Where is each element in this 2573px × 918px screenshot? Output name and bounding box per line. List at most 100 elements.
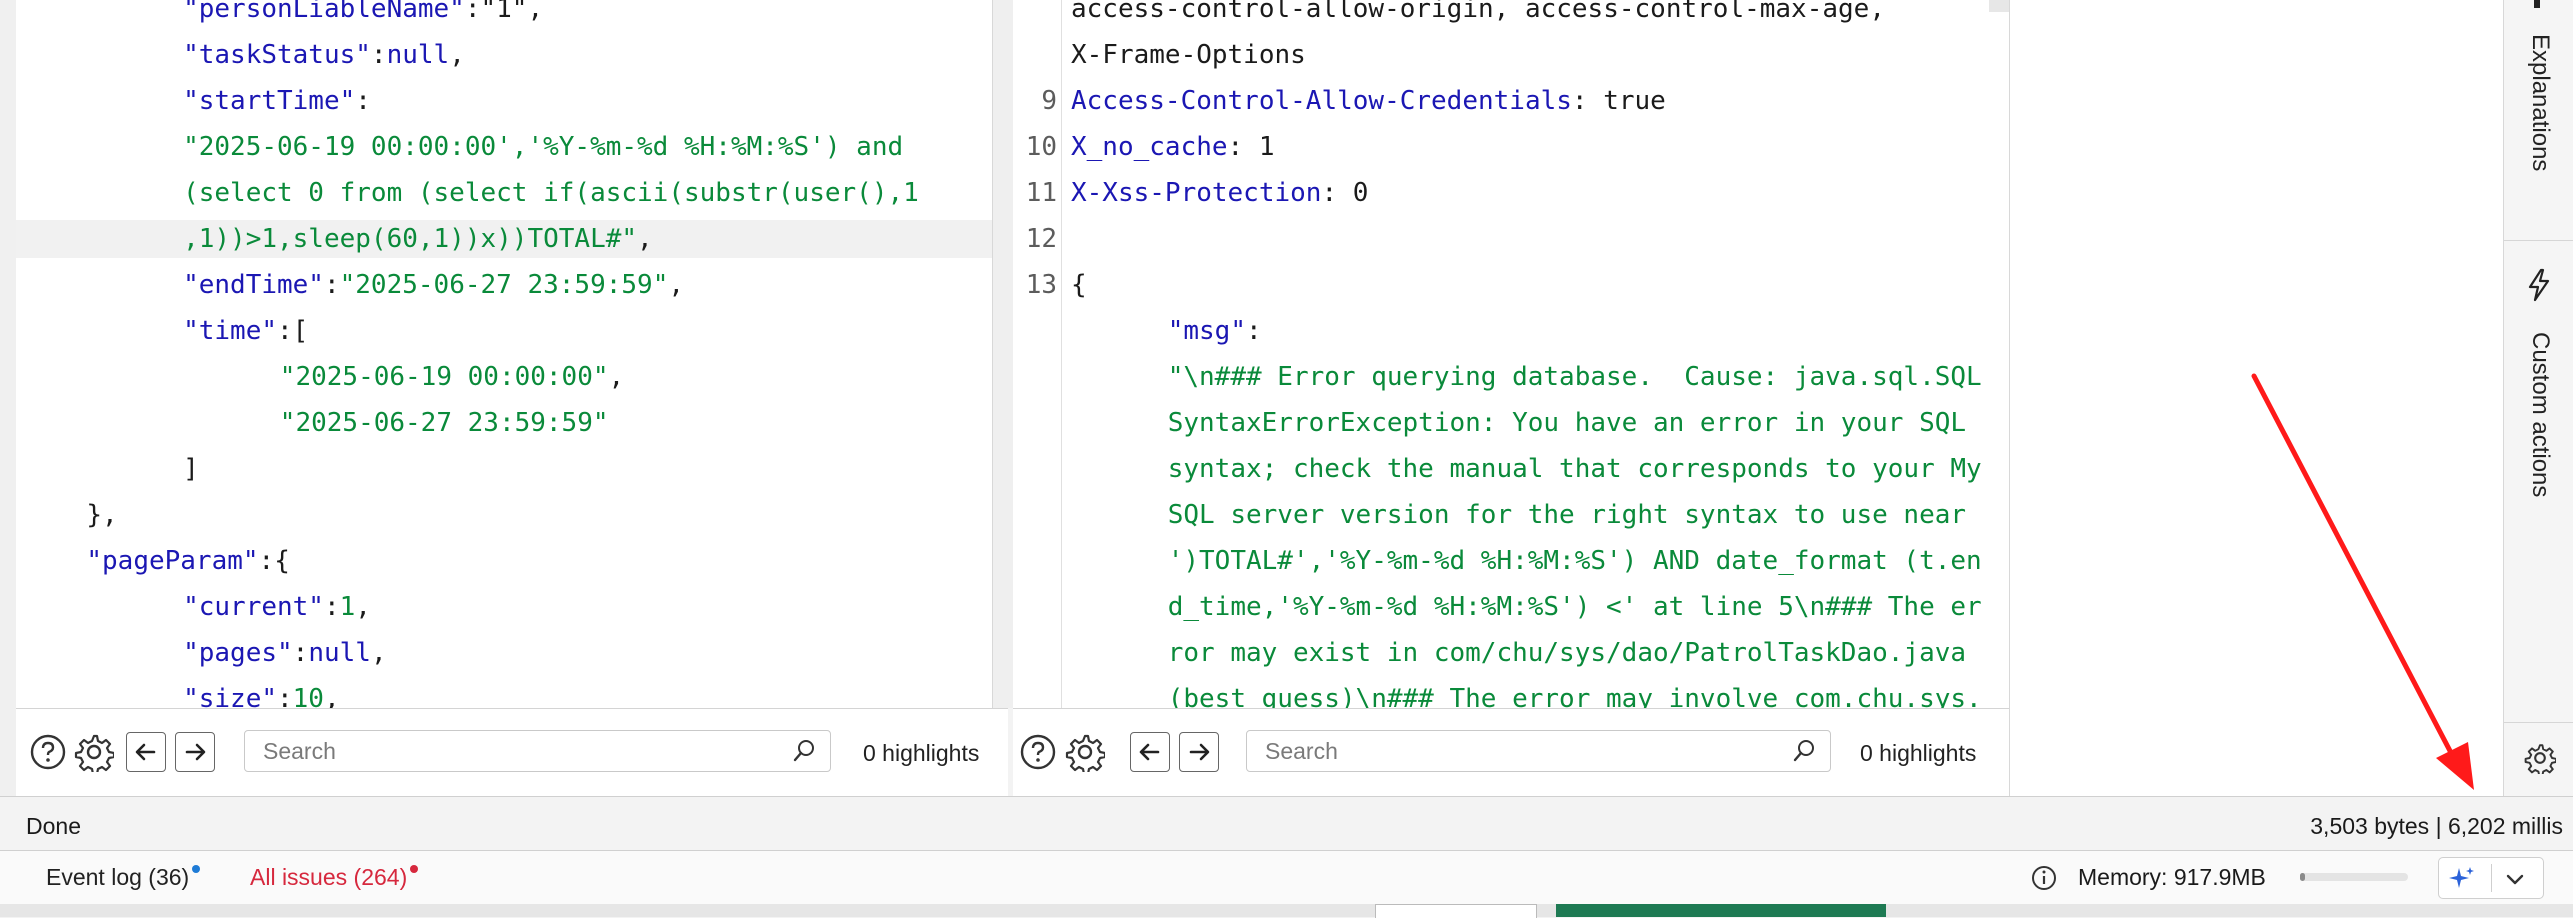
response-search-input-box[interactable]: [1246, 730, 1831, 772]
code-token: "msg": [1167, 316, 1246, 346]
lightning-icon: [2524, 268, 2554, 307]
code-token: :: [323, 270, 340, 300]
code-token: ror may exist in com/chu/sys/dao/PatrolT…: [1167, 638, 1967, 668]
request-search-bar: 0 highlights: [16, 708, 1008, 797]
code-token: :: [323, 592, 340, 622]
code-token: "startTime": [183, 86, 356, 116]
chevron-down-icon[interactable]: [2501, 865, 2529, 898]
code-token: :"1",: [464, 0, 544, 24]
code-token: ,1))>1,sleep(60,1))x))TOTAL#": [183, 224, 638, 254]
response-scrollbar[interactable]: [1989, 0, 2009, 12]
code-token: 10: [292, 684, 324, 708]
search-icon[interactable]: [1792, 738, 1818, 769]
code-token: (best guess)\n### The error may involve …: [1167, 684, 1982, 708]
code-token: "endTime": [183, 270, 324, 300]
code-line: "2025-06-19 00:00:00','%Y-%m-%d %H:%M:%S…: [16, 128, 992, 166]
request-search-input[interactable]: [261, 737, 745, 766]
code-token: ,: [355, 592, 371, 622]
code-line: 11 X-Xss-Protection: 0: [1013, 174, 2009, 212]
code-token: ,: [370, 638, 387, 668]
code-line: 13 {: [1013, 266, 2009, 304]
code-line: "pages":null,: [16, 634, 992, 672]
code-token: null: [308, 638, 371, 668]
code-line: SQL server version for the right syntax …: [1013, 496, 2009, 534]
arrow-right-icon[interactable]: [175, 732, 215, 772]
code-token: "2025-06-19 00:00:00','%Y-%m-%d %H:%M:%S…: [183, 132, 904, 162]
code-token: SyntaxErrorException: You have an error …: [1167, 408, 1967, 438]
code-line: "msg":: [1013, 312, 2009, 350]
info-circle-icon: [2030, 864, 2058, 897]
tab-explanations[interactable]: Explanations: [2504, 0, 2573, 225]
code-token: "personLiableName": [183, 0, 465, 24]
line-number: 10: [1025, 132, 1057, 162]
sparkle-icon: [2447, 864, 2477, 899]
code-token: ')TOTAL#','%Y-%m-%d %H:%M:%S') AND date_…: [1167, 546, 1982, 576]
gear-icon[interactable]: [74, 732, 114, 772]
line-number: 9: [1041, 86, 1057, 116]
code-line: syntax; check the manual that correspond…: [1013, 450, 2009, 488]
code-token: :: [355, 86, 371, 116]
code-token: d_time,'%Y-%m-%d %H:%M:%S') <' at line 5…: [1167, 592, 1982, 622]
left-edge-strip: [0, 0, 17, 917]
code-line: ')TOTAL#','%Y-%m-%d %H:%M:%S') AND date_…: [1013, 542, 2009, 580]
explanations-icon: [2534, 0, 2540, 8]
code-token: ,: [323, 684, 340, 708]
all-issues-tab[interactable]: All issues (264): [250, 864, 419, 891]
code-line: (best guess)\n### The error may involve …: [1013, 680, 2009, 708]
help-circle-icon[interactable]: [28, 732, 68, 772]
code-token: ,: [637, 224, 653, 254]
code-token: :: [277, 684, 293, 708]
code-line: "taskStatus":null,: [16, 36, 992, 74]
code-line: "2025-06-27 23:59:59": [16, 404, 992, 442]
code-token: X-Xss-Protection: [1071, 178, 1322, 208]
code-token: X-Frame-Options: [1071, 40, 1306, 70]
code-line: "2025-06-19 00:00:00",: [16, 358, 992, 396]
code-line: ,1))>1,sleep(60,1))x))TOTAL#",: [16, 220, 992, 258]
code-token: access-control-allow-origin, access-cont…: [1071, 0, 1885, 24]
code-token: "2025-06-27 23:59:59": [279, 408, 609, 438]
code-token: "pageParam": [86, 546, 259, 576]
code-token: ,: [449, 40, 465, 70]
gear-icon[interactable]: [2524, 742, 2557, 779]
code-line: ]: [16, 450, 992, 488]
code-token: syntax; check the manual that correspond…: [1167, 454, 1982, 484]
response-editor[interactable]: access-control-allow-origin, access-cont…: [1013, 0, 2009, 708]
ai-button[interactable]: [2438, 857, 2544, 899]
arrow-right-icon[interactable]: [1179, 732, 1219, 772]
code-token: X_no_cache: [1071, 132, 1228, 162]
gear-icon[interactable]: [1065, 732, 1105, 772]
code-token: :: [370, 40, 387, 70]
code-token: :[: [277, 316, 309, 346]
request-editor[interactable]: "personLiableName":"1", "taskStatus":null…: [16, 0, 992, 708]
code-token: :: [1246, 316, 1262, 346]
tab-custom-actions[interactable]: Custom actions: [2504, 262, 2573, 522]
request-search-input-box[interactable]: [244, 730, 831, 772]
event-log-tab[interactable]: Event log (36): [46, 864, 201, 891]
arrow-left-icon[interactable]: [1130, 732, 1170, 772]
background-primary-button: [1556, 904, 1886, 917]
annotation-arrow-icon: [2251, 373, 2474, 790]
help-circle-icon[interactable]: [1018, 732, 1058, 772]
code-line: d_time,'%Y-%m-%d %H:%M:%S') <' at line 5…: [1013, 588, 2009, 626]
code-token: ]: [183, 454, 199, 484]
code-token: ,: [668, 270, 685, 300]
background-button: [1375, 904, 1537, 918]
code-token: "taskStatus": [183, 40, 371, 70]
status-text: Done: [26, 813, 81, 839]
response-search-input[interactable]: [1263, 737, 1747, 766]
line-number: 11: [1025, 178, 1057, 208]
code-token: "2025-06-19 00:00:00": [279, 362, 609, 392]
code-token: :{: [258, 546, 290, 576]
code-token: : 1: [1227, 132, 1275, 162]
pane-splitter[interactable]: [992, 0, 1015, 708]
arrow-left-icon[interactable]: [126, 732, 166, 772]
code-line: "personLiableName":"1",: [16, 0, 992, 28]
search-icon[interactable]: [792, 738, 818, 769]
bottom-bar: Event log (36) All issues (264) Memory: …: [0, 850, 2573, 905]
response-highlight-count: 0 highlights: [1860, 740, 1977, 766]
code-token: "current": [183, 592, 324, 622]
code-line: "pageParam":{: [16, 542, 992, 580]
code-line: "endTime":"2025-06-27 23:59:59",: [16, 266, 992, 304]
code-line: "current":1,: [16, 588, 992, 626]
response-size-time: 3,503 bytes | 6,202 millis: [2310, 813, 2563, 839]
